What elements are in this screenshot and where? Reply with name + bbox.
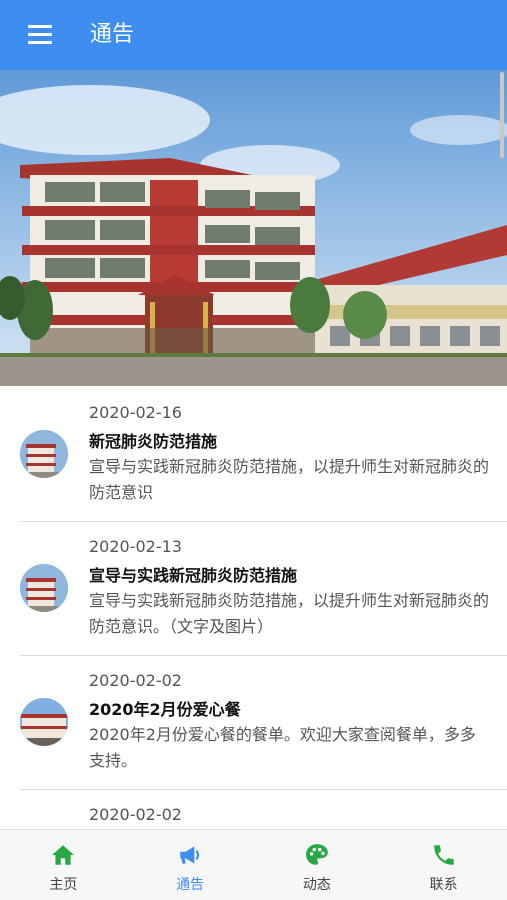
palette-icon — [306, 844, 328, 865]
notice-summary: 2020年2月份爱心餐的餐单。欢迎大家查阅餐单，多多支持。 — [89, 725, 476, 770]
notice-title: 新冠肺炎防范措施 — [89, 432, 218, 451]
scrollbar[interactable] — [500, 72, 504, 158]
list-item[interactable]: 2020-02-02 — [20, 790, 507, 830]
avatar — [20, 564, 68, 612]
nav-notices[interactable]: 通告 — [127, 830, 254, 900]
nav-label: 动态 — [302, 877, 331, 893]
nav-label: 联系 — [429, 877, 458, 893]
nav-label: 通告 — [176, 877, 205, 893]
nav-home[interactable]: 主页 — [0, 830, 127, 900]
nav-label: 主页 — [49, 877, 78, 893]
list-item[interactable]: 2020-02-02 2020年2月份爱心餐 2020年2月份爱心餐的餐单。欢迎… — [20, 656, 507, 790]
notice-list[interactable]: 2020-02-16 新冠肺炎防范措施 宣导与实践新冠肺炎防范措施，以提升师生对… — [0, 388, 507, 830]
hero-school-image — [0, 70, 507, 386]
home-icon — [52, 845, 75, 865]
phone-icon — [433, 845, 454, 865]
notice-title: 宣导与实践新冠肺炎防范措施 — [89, 566, 298, 585]
notice-date: 2020-02-02 — [89, 805, 182, 824]
page-title: 通告 — [90, 22, 135, 47]
avatar — [20, 698, 68, 746]
app-bar: 通告 — [0, 0, 507, 70]
notice-summary: 宣导与实践新冠肺炎防范措施，以提升师生对新冠肺炎的防范意识。（文字及图片） — [89, 591, 490, 636]
notice-date: 2020-02-02 — [89, 671, 182, 690]
menu-icon[interactable] — [28, 25, 52, 45]
nav-contact[interactable]: 联系 — [380, 830, 507, 900]
list-item[interactable]: 2020-02-16 新冠肺炎防范措施 宣导与实践新冠肺炎防范措施，以提升师生对… — [20, 388, 507, 522]
list-item[interactable]: 2020-02-13 宣导与实践新冠肺炎防范措施 宣导与实践新冠肺炎防范措施，以… — [20, 522, 507, 656]
nav-news[interactable]: 动态 — [254, 830, 381, 900]
notice-title: 2020年2月份爱心餐 — [89, 700, 241, 719]
notice-date: 2020-02-16 — [89, 403, 182, 422]
notice-date: 2020-02-13 — [89, 537, 182, 556]
megaphone-icon — [180, 846, 200, 864]
notice-summary: 宣导与实践新冠肺炎防范措施，以提升师生对新冠肺炎的防范意识 — [89, 457, 490, 502]
bottom-nav: 主页 通告 动态 联系 — [0, 829, 507, 900]
avatar — [20, 430, 68, 478]
